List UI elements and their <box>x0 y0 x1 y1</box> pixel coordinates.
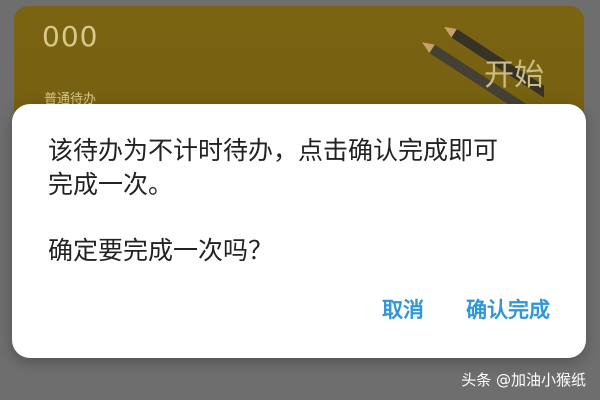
confirm-complete-dialog: 该待办为不计时待办，点击确认完成即可 完成一次。 确定要完成一次吗？ 取消 确认… <box>12 104 586 358</box>
confirm-complete-button[interactable]: 确认完成 <box>466 294 550 324</box>
dialog-actions: 取消 确认完成 <box>382 294 550 324</box>
watermark-text: 头条 @加油小猴纸 <box>461 371 586 389</box>
cancel-button[interactable]: 取消 <box>382 294 424 324</box>
dialog-message-line2: 完成一次。 <box>48 170 174 199</box>
watermark: 头条 @加油小猴纸 <box>461 369 586 390</box>
dialog-message-line1: 该待办为不计时待办，点击确认完成即可 <box>48 136 499 165</box>
dialog-message: 该待办为不计时待办，点击确认完成即可 完成一次。 <box>48 134 548 202</box>
dialog-question: 确定要完成一次吗？ <box>48 236 274 265</box>
